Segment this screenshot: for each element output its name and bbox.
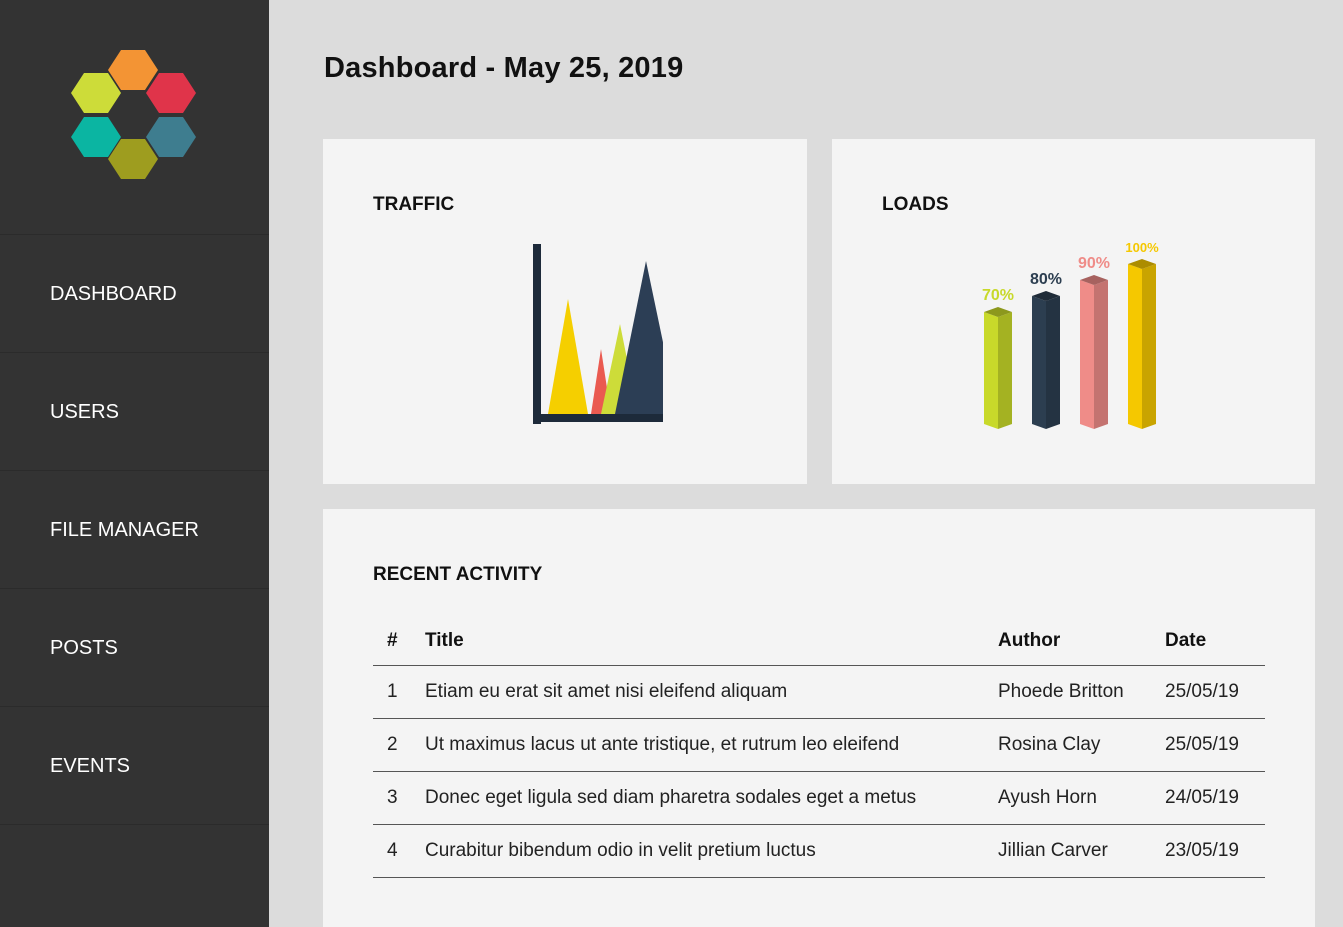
row-author: Phoede Britton <box>998 665 1165 719</box>
row-num: 4 <box>373 824 425 878</box>
sidebar-item-file-manager[interactable]: FILE MANAGER <box>0 471 269 589</box>
sidebar-nav: DASHBOARD USERS FILE MANAGER POSTS EVENT… <box>0 235 269 825</box>
table-row[interactable]: 3 Donec eget ligula sed diam pharetra so… <box>373 771 1265 825</box>
table-row[interactable]: 2 Ut maximus lacus ut ante tristique, et… <box>373 718 1265 772</box>
load-bar: 80% <box>1030 271 1062 429</box>
page-title: Dashboard - May 25, 2019 <box>324 52 684 84</box>
row-date: 25/05/19 <box>1165 665 1265 719</box>
loads-card: LOADS 70% 80% 90% 100% <box>832 139 1315 484</box>
load-bar: 100% <box>1125 240 1159 429</box>
table-header-row: # Title Author Date <box>373 617 1265 666</box>
row-title: Curabitur bibendum odio in velit pretium… <box>425 824 998 878</box>
row-author: Rosina Clay <box>998 718 1165 772</box>
row-date: 23/05/19 <box>1165 824 1265 878</box>
logo[interactable] <box>0 0 269 235</box>
loads-title: LOADS <box>882 194 949 215</box>
table-row[interactable]: 1 Etiam eu erat sit amet nisi eleifend a… <box>373 665 1265 719</box>
sidebar-item-posts[interactable]: POSTS <box>0 589 269 707</box>
sidebar: DASHBOARD USERS FILE MANAGER POSTS EVENT… <box>0 0 269 927</box>
recent-activity-title: RECENT ACTIVITY <box>373 564 543 585</box>
activity-table: # Title Author Date 1 Etiam eu erat sit … <box>373 617 1265 878</box>
sidebar-item-dashboard[interactable]: DASHBOARD <box>0 235 269 353</box>
traffic-chart-icon <box>533 244 663 424</box>
row-title: Etiam eu erat sit amet nisi eleifend ali… <box>425 665 998 719</box>
load-bar-label: 70% <box>982 287 1014 304</box>
traffic-card: TRAFFIC <box>323 139 807 484</box>
row-num: 3 <box>373 771 425 825</box>
load-bar: 90% <box>1078 255 1110 429</box>
header-author: Author <box>998 617 1165 666</box>
table-row[interactable]: 4 Curabitur bibendum odio in velit preti… <box>373 824 1265 878</box>
hexagon-logo-icon <box>71 50 196 179</box>
sidebar-item-events[interactable]: EVENTS <box>0 707 269 825</box>
row-num: 2 <box>373 718 425 772</box>
row-date: 25/05/19 <box>1165 718 1265 772</box>
row-author: Jillian Carver <box>998 824 1165 878</box>
row-num: 1 <box>373 665 425 719</box>
sidebar-item-users[interactable]: USERS <box>0 353 269 471</box>
header-num: # <box>373 617 425 666</box>
recent-activity-card: RECENT ACTIVITY # Title Author Date 1 Et… <box>323 509 1315 927</box>
loads-chart: 70% 80% 90% 100% <box>982 240 1159 429</box>
header-title: Title <box>425 617 998 666</box>
main-content: Dashboard - May 25, 2019 TRAFFIC LOADS 7… <box>269 0 1343 927</box>
load-bar-label: 80% <box>1030 271 1062 288</box>
row-title: Donec eget ligula sed diam pharetra soda… <box>425 771 998 825</box>
row-date: 24/05/19 <box>1165 771 1265 825</box>
header-date: Date <box>1165 617 1265 666</box>
load-bar-label: 90% <box>1078 255 1110 272</box>
load-bar: 70% <box>982 287 1014 429</box>
row-title: Ut maximus lacus ut ante tristique, et r… <box>425 718 998 772</box>
row-author: Ayush Horn <box>998 771 1165 825</box>
load-bar-label: 100% <box>1125 240 1159 255</box>
traffic-title: TRAFFIC <box>373 194 455 215</box>
